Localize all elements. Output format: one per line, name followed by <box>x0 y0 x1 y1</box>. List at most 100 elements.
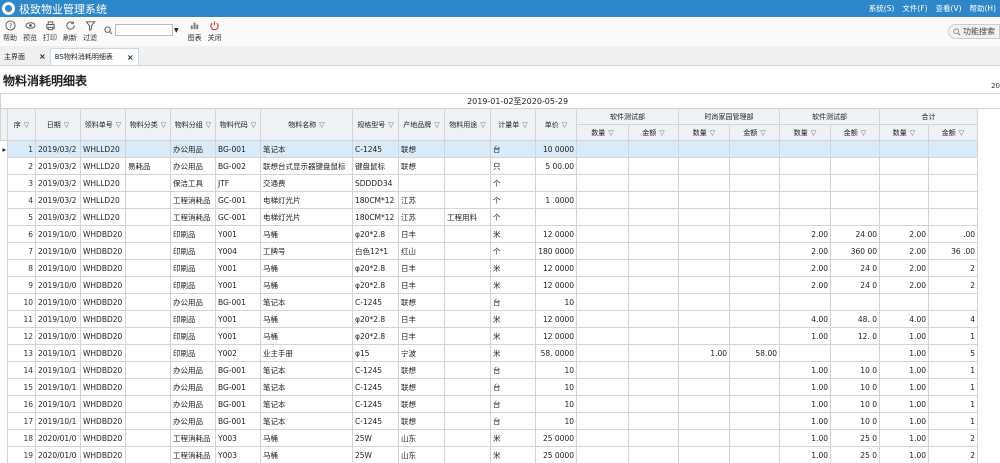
cell-name[interactable]: 笔记本 <box>260 395 353 413</box>
cell-price[interactable]: 1 .0000 <box>535 191 577 209</box>
cell-q3[interactable]: 1.00 <box>779 412 831 430</box>
col-amount[interactable]: 金额 ▽ <box>928 124 978 141</box>
cell-q3[interactable] <box>779 344 831 362</box>
menu-view[interactable]: 查看(V) <box>936 3 962 14</box>
cell-q1[interactable] <box>576 208 629 226</box>
cell-q4[interactable]: 2.00 <box>879 242 929 260</box>
cell-cat[interactable] <box>125 191 171 209</box>
cell-a2[interactable] <box>729 361 780 379</box>
cell-q1[interactable] <box>576 429 629 447</box>
cell-q2[interactable] <box>678 395 730 413</box>
cell-no[interactable]: 18 <box>7 429 36 447</box>
cell-date[interactable]: 2019/03/2 <box>35 157 81 175</box>
table-row[interactable]: 10 2019/10/0 WHDBD20 办公用品 BG-001 笔记本 C-1245 联想台… <box>0 293 1000 311</box>
cell-price[interactable]: 12 0000 <box>535 310 577 328</box>
filter-icon[interactable]: ▽ <box>522 121 527 129</box>
filter-icon[interactable]: ▽ <box>480 121 485 129</box>
cell-a2[interactable] <box>729 276 780 294</box>
cell-date[interactable]: 2019/10/1 <box>35 361 81 379</box>
col-qty[interactable]: 数量 ▽ <box>576 124 629 141</box>
cell-q4[interactable]: 2.00 <box>879 276 929 294</box>
cell-use[interactable] <box>444 157 491 175</box>
cell-a4[interactable]: 1 <box>928 395 978 413</box>
cell-a2[interactable] <box>729 259 780 277</box>
cell-cat[interactable] <box>125 378 171 396</box>
cell-unit[interactable]: 只 <box>490 157 536 175</box>
cell-q1[interactable] <box>576 446 629 463</box>
cell-a3[interactable]: 12. 0 <box>830 327 880 345</box>
filter-icon[interactable]: ▽ <box>861 129 866 137</box>
cell-name[interactable]: 联想台式显示器键盘鼠标 <box>260 157 353 175</box>
cell-no[interactable]: 8 <box>7 259 36 277</box>
cell-name[interactable]: 笔记本 <box>260 140 353 158</box>
cell-q2[interactable] <box>678 327 730 345</box>
cell-q1[interactable] <box>576 276 629 294</box>
cell-q1[interactable] <box>576 344 629 362</box>
table-row[interactable]: 14 2019/10/1 WHDBD20 办公用品 BG-001 笔记本 C-1245 联想 台… <box>0 361 1000 379</box>
cell-use[interactable] <box>444 310 491 328</box>
cell-a3[interactable]: 25 0 <box>830 446 880 463</box>
filter-icon[interactable]: ▽ <box>910 129 915 137</box>
cell-q3[interactable]: 2.00 <box>779 259 831 277</box>
col-name[interactable]: 物料名称 ▽ <box>260 108 353 141</box>
table-row[interactable]: 19 2020/01/0 WHDBD20 工程消耗品 Y003 马桶 25W 山东 米 25 00… <box>0 446 1000 463</box>
cell-code[interactable]: GC-001 <box>215 191 261 209</box>
cell-a2[interactable] <box>729 327 780 345</box>
cell-a3[interactable]: 24 0 <box>830 259 880 277</box>
cell-q2[interactable] <box>678 259 730 277</box>
cell-brand[interactable]: 山东 <box>398 446 445 463</box>
cell-code[interactable]: Y001 <box>215 310 261 328</box>
cell-brand[interactable]: 联想 <box>398 412 445 430</box>
cell-a2[interactable] <box>729 310 780 328</box>
table-row[interactable]: 15 2019/10/1 WHDBD20 办公用品 BG-001 笔记本 C-1245 联想 台… <box>0 378 1000 396</box>
cell-group[interactable]: 办公用品 <box>170 412 216 430</box>
cell-unit[interactable]: 米 <box>490 327 536 345</box>
col-category[interactable]: 物料分类 ▽ <box>125 108 171 141</box>
cell-a1[interactable] <box>628 446 679 463</box>
cell-date[interactable]: 2019/10/0 <box>35 259 81 277</box>
cell-group[interactable]: 工程消耗品 <box>170 429 216 447</box>
cell-q3[interactable]: 1.00 <box>779 446 831 463</box>
cell-use[interactable] <box>444 429 491 447</box>
cell-unit[interactable]: 米 <box>490 259 536 277</box>
cell-use[interactable] <box>444 327 491 345</box>
cell-a3[interactable]: 10 0 <box>830 361 880 379</box>
cell-no[interactable]: 10 <box>7 293 36 311</box>
cell-a4[interactable]: 36 .00 <box>928 242 978 260</box>
cell-doc[interactable]: WHDBD20 <box>80 259 126 277</box>
cell-cat[interactable] <box>125 361 171 379</box>
chart-button[interactable]: 图表 <box>185 20 205 43</box>
cell-a1[interactable] <box>628 242 679 260</box>
cell-a3[interactable] <box>830 293 880 311</box>
close-icon[interactable]: × <box>127 53 134 62</box>
cell-a3[interactable]: 360 00 <box>830 242 880 260</box>
cell-unit[interactable]: 米 <box>490 225 536 243</box>
cell-cat[interactable]: 易耗品 <box>125 157 171 175</box>
cell-a3[interactable] <box>830 157 880 175</box>
filter-icon[interactable]: ▽ <box>251 121 256 129</box>
chevron-down-icon[interactable]: ▼ <box>174 27 179 34</box>
cell-cat[interactable] <box>125 344 171 362</box>
cell-no[interactable]: 9 <box>7 276 36 294</box>
cell-price[interactable]: 25 0000 <box>535 429 577 447</box>
table-row[interactable]: 17 2019/10/1 WHDBD20 办公用品 BG-001 笔记本 C-1245 联想 台… <box>0 412 1000 430</box>
cell-a3[interactable] <box>830 140 880 158</box>
filter-icon[interactable]: ▽ <box>562 121 567 129</box>
cell-a1[interactable] <box>628 208 679 226</box>
cell-date[interactable]: 2019/10/0 <box>35 225 81 243</box>
menu-system[interactable]: 系统(S) <box>869 3 895 14</box>
cell-price[interactable]: 10 0000 <box>535 140 577 158</box>
cell-q4[interactable]: 1.00 <box>879 344 929 362</box>
cell-spec[interactable]: C-1245 <box>352 361 399 379</box>
cell-q3[interactable]: 4.00 <box>779 310 831 328</box>
cell-date[interactable]: 2020/01/0 <box>35 429 81 447</box>
cell-q1[interactable] <box>576 327 629 345</box>
cell-code[interactable]: BG-001 <box>215 412 261 430</box>
cell-q1[interactable] <box>576 157 629 175</box>
cell-a3[interactable] <box>830 344 880 362</box>
cell-q3[interactable]: 1.00 <box>779 429 831 447</box>
cell-a2[interactable] <box>729 378 780 396</box>
cell-spec[interactable]: 白色12*1 <box>352 242 399 260</box>
cell-date[interactable]: 2019/03/2 <box>35 191 81 209</box>
cell-group[interactable]: 保洁工具 <box>170 174 216 192</box>
